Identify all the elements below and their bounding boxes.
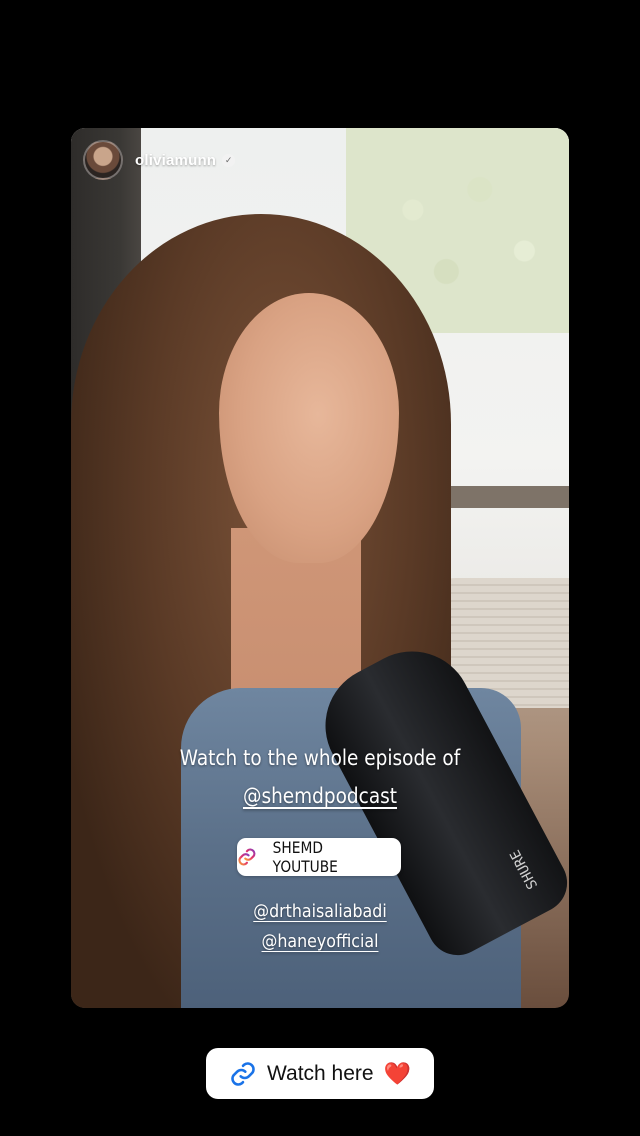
person-face <box>219 293 399 563</box>
heart-icon: ❤️ <box>383 1060 411 1086</box>
caption-text: Watch to the whole episode of <box>179 746 461 770</box>
watch-here-button[interactable]: Watch here ❤️ <box>206 1048 434 1099</box>
mention-drthaisaliabadi[interactable]: @drthaisaliabadi <box>101 901 539 922</box>
avatar[interactable] <box>83 140 123 180</box>
link-sticker-label: SHEMD YOUTUBE <box>272 838 338 876</box>
microphone-brand: SHURE <box>507 846 542 892</box>
link-sticker[interactable]: SHEMD YOUTUBE <box>237 838 401 876</box>
link-icon <box>231 1061 255 1086</box>
story-card[interactable]: SHURE oliviamunn ✓ Watch to the whole ep… <box>71 128 569 1008</box>
story-header[interactable]: oliviamunn ✓ <box>83 140 236 180</box>
mention-haneyofficial[interactable]: @haneyofficial <box>101 931 539 952</box>
username[interactable]: oliviamunn <box>135 152 216 169</box>
link-icon <box>238 848 256 866</box>
watch-here-label: Watch here <box>266 1061 374 1085</box>
verified-badge-icon: ✓ <box>222 153 236 167</box>
mention-shemdpodcast[interactable]: @shemdpodcast <box>101 784 539 808</box>
